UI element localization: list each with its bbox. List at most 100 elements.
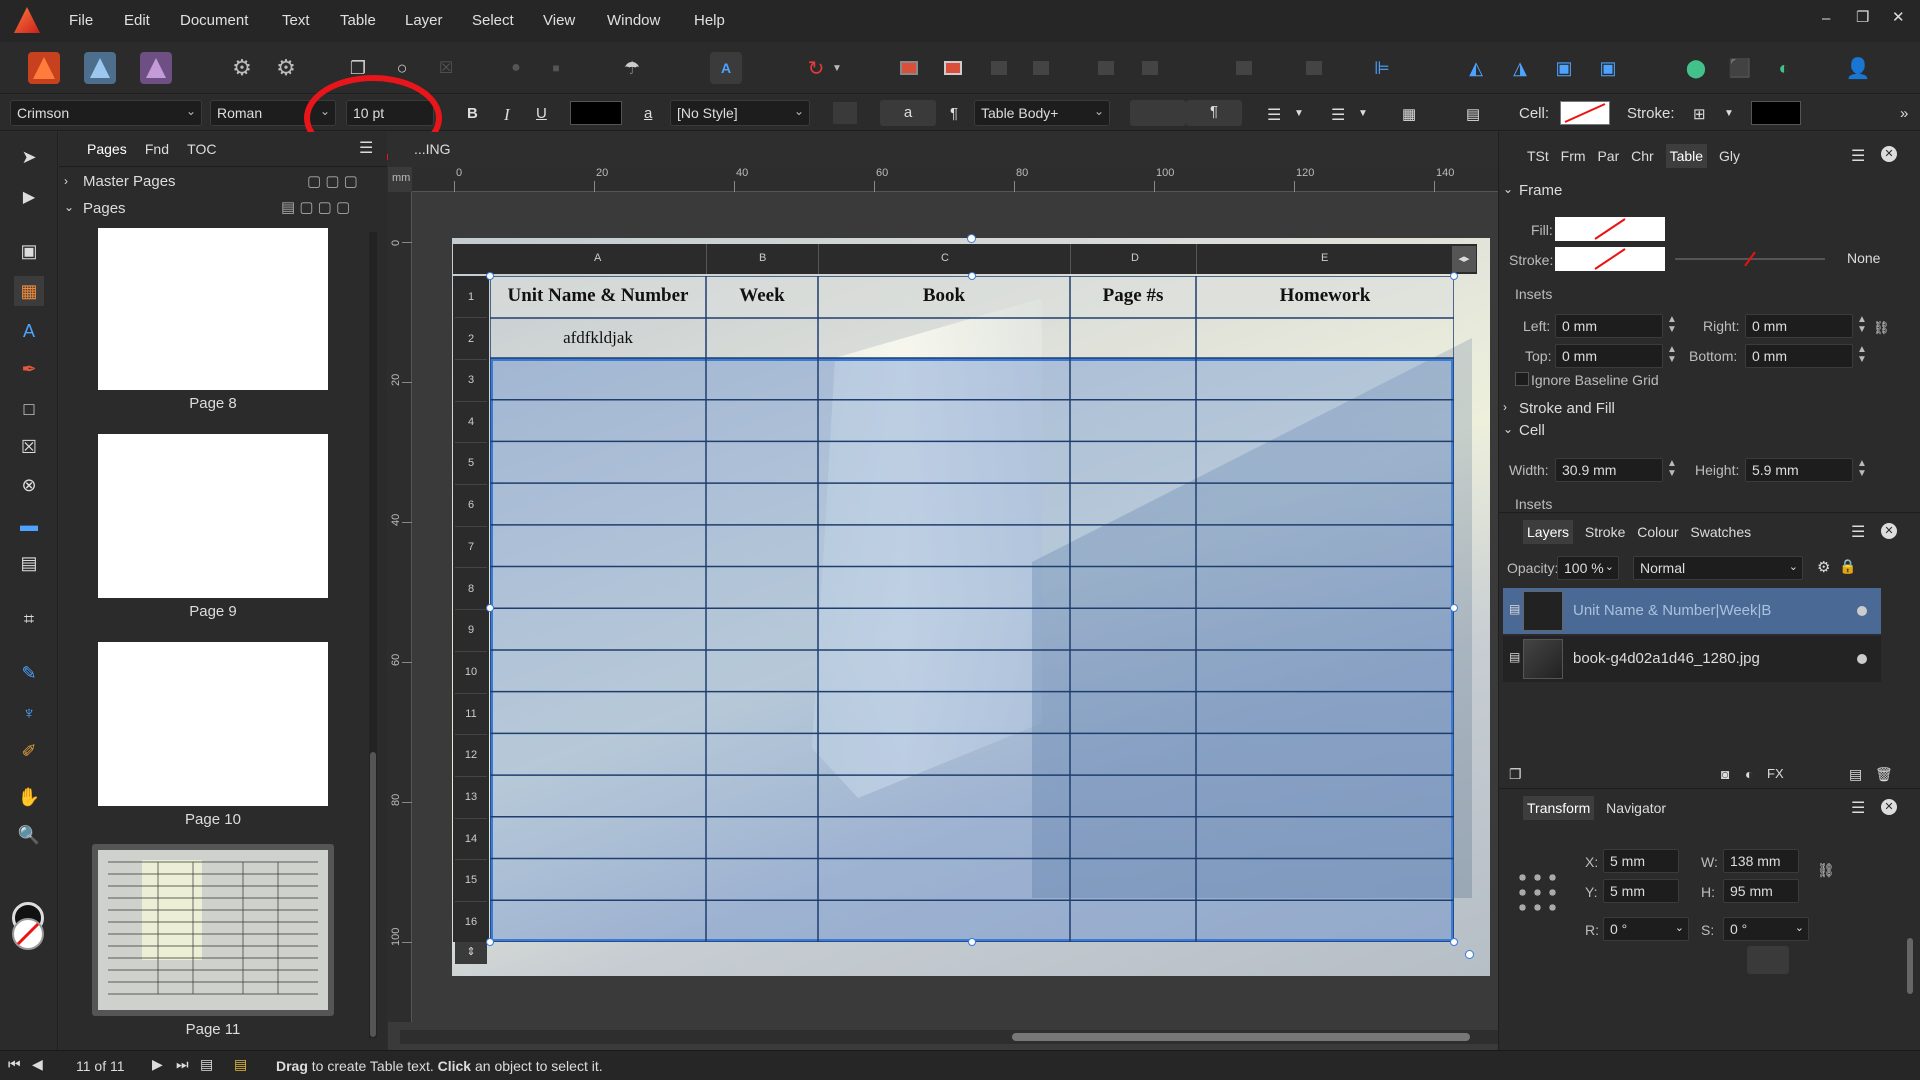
hand-tool-icon[interactable]: ✋ <box>14 782 44 812</box>
stroke-width-slider[interactable] <box>1675 252 1825 266</box>
rotation-input[interactable]: 0 ° ⌄ <box>1603 917 1689 941</box>
cell-height-stepper[interactable]: ▲ ▼ <box>1857 459 1867 479</box>
snapping-icon[interactable]: ↻ <box>800 52 832 84</box>
page-thumbnail-10[interactable] <box>98 642 328 806</box>
page-thumbnail-9[interactable] <box>98 434 328 598</box>
row-header[interactable]: 8 <box>455 569 487 611</box>
character-style-select[interactable]: [No Style] ⌄ <box>670 100 810 126</box>
layer-expand-icon[interactable]: ▤ <box>1509 602 1520 616</box>
rotate-left-icon[interactable]: ▣ <box>1548 52 1580 84</box>
w-input[interactable]: 138 mm <box>1723 849 1799 873</box>
shear-input[interactable]: 0 ° ⌄ <box>1723 917 1809 941</box>
tab-table[interactable]: Table <box>1665 144 1708 168</box>
opacity-input[interactable]: 100 % ⌄ <box>1557 556 1619 580</box>
tab-text-styles[interactable]: TSt <box>1527 148 1549 164</box>
layer-visibility-dot[interactable] <box>1857 606 1867 616</box>
panel-menu-icon[interactable]: ☰ <box>1851 522 1865 542</box>
char-style-button[interactable]: a <box>880 100 936 126</box>
boolean-subtract-icon[interactable]: ⬛ <box>1724 52 1756 84</box>
tab-transform[interactable]: Transform <box>1523 796 1595 820</box>
frame-text-tool-icon[interactable]: ▣ <box>14 236 44 266</box>
chevron-right-icon[interactable]: › <box>1503 400 1507 414</box>
fx-icon[interactable]: FX <box>1767 766 1784 781</box>
horizontal-scrollbar[interactable] <box>400 1030 1498 1044</box>
tab-stroke[interactable]: Stroke <box>1585 524 1625 540</box>
table-frame[interactable]: Unit Name & Number Week Book Page #s Hom… <box>490 276 1454 942</box>
vertical-align-dropdown-icon[interactable]: ▼ <box>1358 108 1368 119</box>
resize-handle[interactable] <box>486 272 494 280</box>
page-counter[interactable]: 11 of 11 <box>76 1058 125 1074</box>
row-header[interactable]: 14 <box>455 819 487 861</box>
right-inset-stepper[interactable]: ▲ ▼ <box>1857 315 1867 335</box>
rotate-handle[interactable] <box>967 234 976 243</box>
wrap-icon[interactable]: ☂ <box>616 52 648 84</box>
row-header[interactable]: 11 <box>455 694 487 736</box>
ignore-baseline-checkbox[interactable] <box>1515 372 1529 386</box>
arrange-forward-icon[interactable] <box>937 52 969 84</box>
frame-corner-handle[interactable] <box>1465 950 1474 959</box>
row-header[interactable]: 4 <box>455 402 487 444</box>
resize-handle[interactable] <box>486 938 494 946</box>
align-dropdown-icon[interactable]: ▼ <box>1294 108 1304 119</box>
menu-view[interactable]: View <box>543 12 575 29</box>
resize-handle[interactable] <box>1450 604 1458 612</box>
frame-stroke-swatch[interactable] <box>1555 247 1665 271</box>
close-window-button[interactable]: ✕ <box>1892 8 1905 26</box>
row-header[interactable]: 13 <box>455 777 487 819</box>
first-page-icon[interactable]: ⏮ <box>8 1056 21 1073</box>
x-input[interactable]: 5 mm <box>1603 849 1679 873</box>
next-page-icon[interactable]: ▶ <box>152 1056 163 1073</box>
page-thumbnail-11-selected[interactable] <box>92 844 334 1016</box>
cell-width-input[interactable]: 30.9 mm <box>1555 458 1663 482</box>
menu-layer[interactable]: Layer <box>405 12 443 29</box>
paragraph-style-select[interactable]: Table Body+ ⌄ <box>974 100 1110 126</box>
zoom-tool-icon[interactable]: 🔍 <box>14 820 44 850</box>
stroke-and-fill-section[interactable]: Stroke and Fill <box>1519 400 1615 417</box>
cell-section-title[interactable]: Cell <box>1519 422 1545 439</box>
artistic-text-tool-icon[interactable]: A <box>14 316 44 346</box>
add-column-handle-icon[interactable]: ◂▸ <box>1452 246 1476 272</box>
pages-header[interactable]: Pages <box>83 200 126 217</box>
h-input[interactable]: 95 mm <box>1723 879 1799 903</box>
tab-glyphs[interactable]: Gly <box>1719 148 1740 164</box>
menu-table[interactable]: Table <box>340 12 376 29</box>
tab-toc[interactable]: TOC <box>187 141 216 157</box>
account-icon[interactable]: 👤 <box>1842 52 1874 84</box>
transparency-tool-icon[interactable]: ♆ <box>14 698 44 728</box>
right-inset-input[interactable]: 0 mm <box>1745 314 1853 338</box>
menu-select[interactable]: Select <box>472 12 514 29</box>
vertical-align-icon[interactable]: ☰ <box>1331 105 1345 125</box>
table-cell-icon[interactable]: ▤ <box>1466 105 1480 123</box>
document-tab[interactable]: ...ING <box>414 141 451 157</box>
spread-view-icon[interactable]: ▤ <box>200 1056 213 1073</box>
layer-expand-icon[interactable]: ▤ <box>1509 650 1520 664</box>
pilcrow-button[interactable]: ¶ <box>1186 100 1242 126</box>
pen-tool-icon[interactable]: ✒ <box>14 354 44 384</box>
move-tool-icon[interactable]: ➤ <box>14 142 44 172</box>
panel-menu-icon[interactable]: ☰ <box>359 138 373 158</box>
column-c-header[interactable]: C <box>941 252 949 264</box>
close-panel-icon[interactable]: ✕ <box>1881 799 1897 815</box>
row-header[interactable]: 5 <box>455 443 487 486</box>
boolean-intersect-icon[interactable]: ◐ <box>1768 52 1800 84</box>
tab-character[interactable]: Chr <box>1631 148 1654 164</box>
table-tool-icon[interactable]: ▦ <box>14 276 44 306</box>
tab-swatches[interactable]: Swatches <box>1690 524 1751 540</box>
master-pages-header[interactable]: Master Pages <box>83 173 176 190</box>
blend-mode-select[interactable]: Normal ⌄ <box>1633 556 1803 580</box>
chevron-down-icon[interactable]: ⌄ <box>64 200 74 214</box>
column-e-header[interactable]: E <box>1321 252 1328 264</box>
last-page-icon[interactable]: ⏭ <box>176 1056 189 1073</box>
text-frame-icon[interactable]: A <box>710 52 742 84</box>
panel-menu-icon[interactable]: ☰ <box>1851 798 1865 818</box>
picture-frame-tool-icon[interactable]: ☒ <box>14 432 44 462</box>
tab-layers[interactable]: Layers <box>1523 520 1574 544</box>
master-page-add-icon[interactable]: ▢ ▢ ▢ <box>307 172 358 190</box>
align-left-icon[interactable]: ⊫ <box>1366 52 1398 84</box>
more-icon[interactable]: » <box>1900 105 1908 122</box>
row-header[interactable]: 15 <box>455 860 487 903</box>
cell-fill-swatch[interactable] <box>1560 101 1610 125</box>
column-d-header[interactable]: D <box>1131 252 1139 264</box>
preflight-gear-icon[interactable]: ⚙ <box>270 52 302 84</box>
publisher-persona-icon[interactable] <box>28 52 60 84</box>
